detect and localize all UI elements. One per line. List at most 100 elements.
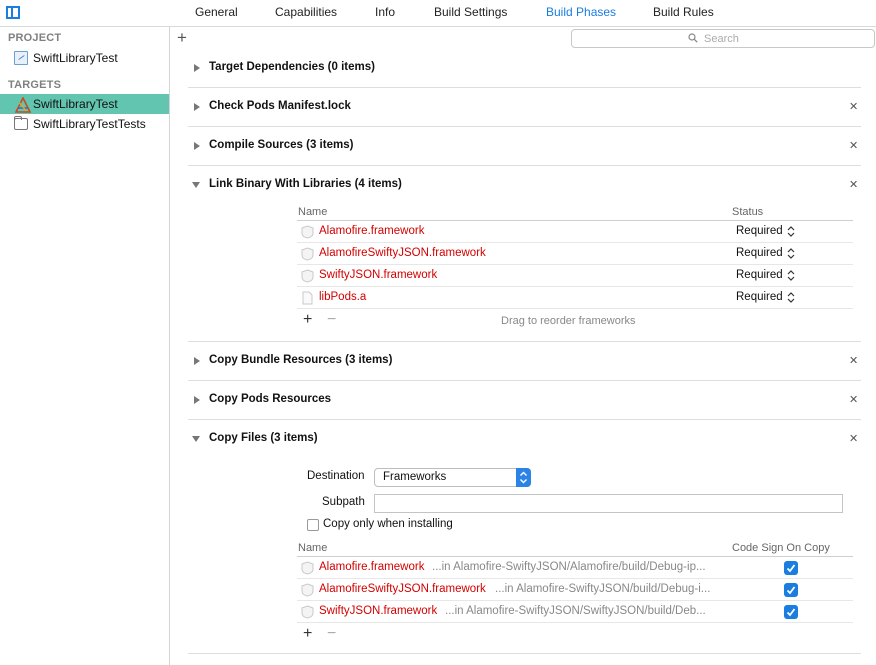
- add-library-button[interactable]: +: [303, 311, 312, 329]
- status-value[interactable]: Required: [736, 291, 783, 303]
- add-file-button[interactable]: +: [303, 625, 312, 643]
- table-footer: + − Drag to reorder frameworks: [297, 310, 853, 332]
- framework-icon: [301, 247, 314, 261]
- framework-icon: [301, 561, 314, 575]
- search-input[interactable]: [704, 31, 864, 46]
- framework-icon: [301, 225, 314, 239]
- tab-capabilities[interactable]: Capabilities: [275, 5, 337, 19]
- subpath-label: Subpath: [322, 496, 365, 508]
- table-row[interactable]: SwiftyJSON.framework Required: [297, 265, 853, 287]
- updown-stepper-icon[interactable]: [787, 225, 795, 238]
- disclosure-triangle-icon[interactable]: [194, 64, 200, 72]
- phase-header[interactable]: Target Dependencies (0 items): [188, 49, 861, 87]
- updown-stepper-icon[interactable]: [787, 247, 795, 260]
- link-libraries-table: Name Status Alamofire.framework Required…: [297, 204, 853, 340]
- status-value[interactable]: Required: [736, 225, 783, 237]
- project-target-sidebar: PROJECT SwiftLibraryTest TARGETS SwiftLi…: [0, 27, 170, 665]
- column-header-name[interactable]: Name: [298, 206, 327, 218]
- phase-copy-bundle-resources: Copy Bundle Resources (3 items) ✕: [188, 342, 861, 381]
- sidebar-item-label: SwiftLibraryTest: [33, 97, 118, 111]
- code-sign-checkbox[interactable]: [784, 605, 798, 619]
- status-value[interactable]: Required: [736, 247, 783, 259]
- tab-info[interactable]: Info: [375, 5, 395, 19]
- phase-header[interactable]: Compile Sources (3 items) ✕: [188, 127, 861, 165]
- tab-general[interactable]: General: [195, 5, 238, 19]
- phase-header[interactable]: Copy Pods Resources ✕: [188, 381, 861, 419]
- tab-build-rules[interactable]: Build Rules: [653, 5, 714, 19]
- phase-header[interactable]: Check Pods Manifest.lock ✕: [188, 88, 861, 126]
- sidebar-item-project[interactable]: SwiftLibraryTest: [0, 48, 169, 68]
- column-header-status[interactable]: Status: [732, 206, 763, 218]
- phase-title: Copy Files (3 items): [209, 432, 318, 444]
- popup-chevron-icon: [516, 468, 531, 487]
- table-row[interactable]: SwiftyJSON.framework ...in Alamofire-Swi…: [297, 601, 853, 623]
- phase-copy-files: Copy Files (3 items) ✕ Destination Frame…: [188, 420, 861, 654]
- delete-phase-icon[interactable]: ✕: [849, 178, 858, 191]
- disclosure-triangle-icon[interactable]: [192, 182, 200, 188]
- disclosure-triangle-icon[interactable]: [194, 357, 200, 365]
- framework-icon: [301, 583, 314, 597]
- table-row[interactable]: libPods.a Required: [297, 287, 853, 309]
- phase-title: Copy Pods Resources: [209, 393, 332, 405]
- disclosure-triangle-icon[interactable]: [194, 142, 200, 150]
- destination-value: Frameworks: [383, 471, 447, 483]
- destination-label: Destination: [307, 470, 365, 482]
- sidebar-item-target-tests[interactable]: SwiftLibraryTestTests: [0, 114, 169, 134]
- column-header-code-sign[interactable]: Code Sign On Copy: [732, 542, 830, 554]
- remove-file-button[interactable]: −: [327, 625, 336, 643]
- phase-header[interactable]: Copy Bundle Resources (3 items) ✕: [188, 342, 861, 380]
- disclosure-triangle-icon[interactable]: [194, 103, 200, 111]
- table-row[interactable]: Alamofire.framework Required: [297, 221, 853, 243]
- updown-stepper-icon[interactable]: [787, 269, 795, 282]
- code-sign-checkbox[interactable]: [784, 561, 798, 575]
- library-name: libPods.a: [319, 291, 367, 303]
- file-icon: [302, 291, 313, 305]
- delete-phase-icon[interactable]: ✕: [849, 100, 858, 113]
- phase-title: Link Binary With Libraries (4 items): [209, 178, 402, 190]
- disclosure-triangle-icon[interactable]: [194, 396, 200, 404]
- phase-title: Target Dependencies (0 items): [209, 61, 375, 73]
- file-path: ...in Alamofire-SwiftyJSON/Alamofire/bui…: [432, 561, 706, 573]
- table-row[interactable]: AlamofireSwiftyJSON.framework Required: [297, 243, 853, 265]
- file-name: AlamofireSwiftyJSON.framework: [319, 583, 486, 595]
- add-build-phase-button[interactable]: +: [177, 29, 187, 46]
- remove-library-button[interactable]: −: [327, 311, 336, 329]
- disclosure-triangle-icon[interactable]: [192, 436, 200, 442]
- library-name: SwiftyJSON.framework: [319, 269, 438, 281]
- search-icon: [688, 33, 698, 43]
- phase-header[interactable]: Copy Files (3 items) ✕: [188, 420, 861, 458]
- table-footer: + −: [297, 624, 853, 646]
- updown-stepper-icon[interactable]: [787, 291, 795, 304]
- app-target-icon: [14, 97, 32, 113]
- delete-phase-icon[interactable]: ✕: [849, 354, 858, 367]
- sidebar-item-label: SwiftLibraryTestTests: [33, 117, 146, 131]
- build-phases-editor: + Target Dependencies (0 items) Check Po…: [171, 27, 876, 665]
- code-sign-checkbox[interactable]: [784, 583, 798, 597]
- delete-phase-icon[interactable]: ✕: [849, 139, 858, 152]
- phase-check-pods-manifest: Check Pods Manifest.lock ✕: [188, 88, 861, 127]
- phase-title: Check Pods Manifest.lock: [209, 100, 351, 112]
- delete-phase-icon[interactable]: ✕: [849, 432, 858, 445]
- column-header-name[interactable]: Name: [298, 542, 327, 554]
- phase-header[interactable]: Link Binary With Libraries (4 items) ✕: [188, 166, 861, 204]
- table-row[interactable]: Alamofire.framework ...in Alamofire-Swif…: [297, 557, 853, 579]
- tab-build-settings[interactable]: Build Settings: [434, 5, 507, 19]
- phase-title: Compile Sources (3 items): [209, 139, 354, 151]
- subpath-input[interactable]: [374, 494, 843, 513]
- search-field[interactable]: [571, 29, 875, 48]
- project-file-icon: [14, 51, 28, 65]
- file-name: Alamofire.framework: [319, 561, 425, 573]
- sidebar-item-target-app[interactable]: SwiftLibraryTest: [0, 94, 169, 114]
- phase-link-binary: Link Binary With Libraries (4 items) ✕ N…: [188, 166, 861, 342]
- destination-select[interactable]: Frameworks: [374, 468, 531, 487]
- checkmark-icon: [786, 608, 796, 617]
- delete-phase-icon[interactable]: ✕: [849, 393, 858, 406]
- tab-build-phases[interactable]: Build Phases: [546, 5, 616, 19]
- table-header: Name Code Sign On Copy: [297, 540, 853, 557]
- status-value[interactable]: Required: [736, 269, 783, 281]
- framework-icon: [301, 269, 314, 283]
- copy-only-when-installing-checkbox[interactable]: [307, 519, 319, 531]
- phase-title: Copy Bundle Resources (3 items): [209, 354, 393, 366]
- table-row[interactable]: AlamofireSwiftyJSON.framework ...in Alam…: [297, 579, 853, 601]
- navigator-toggle-icon[interactable]: [6, 6, 20, 19]
